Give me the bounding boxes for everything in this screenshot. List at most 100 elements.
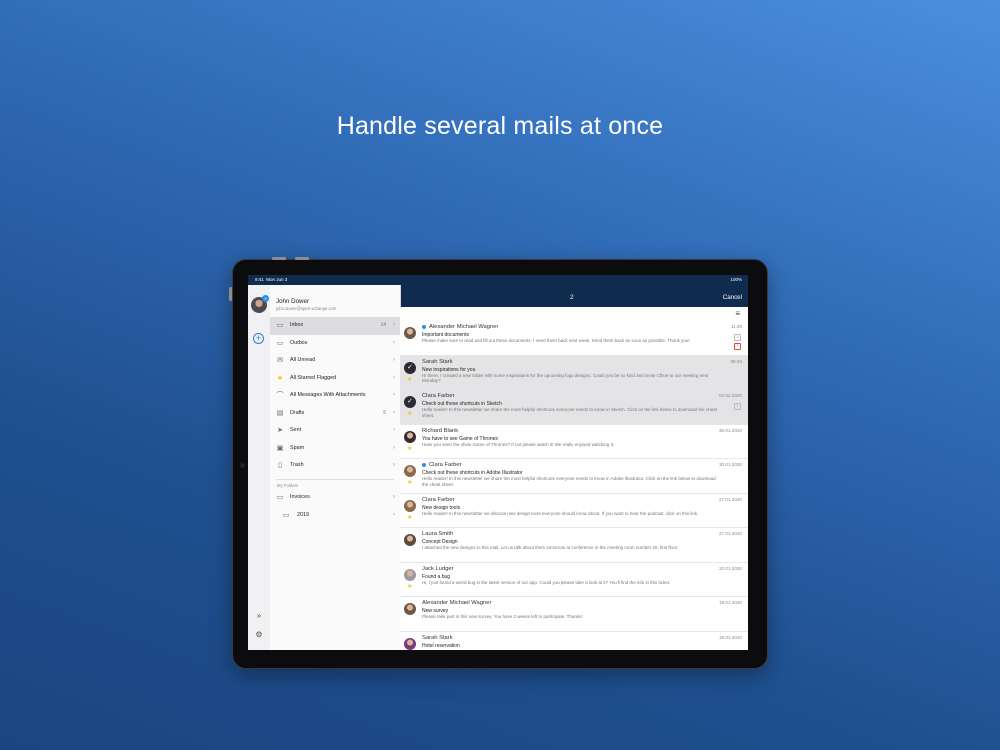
folder-label: All Starred Flagged	[290, 374, 337, 381]
top-button-2	[295, 257, 309, 260]
status-battery: 100%	[730, 277, 742, 282]
folder-item-spam[interactable]: ▣ Spam ›	[270, 440, 400, 458]
folder-label: Drafts	[290, 409, 305, 416]
mail-row[interactable]: ★ Clara Farber 30.01.2020 Check out these s…	[400, 459, 748, 494]
my-folders-label: My Folders	[277, 483, 299, 488]
folder-item-drafts[interactable]: ▤ Drafts 5 ›	[270, 405, 400, 423]
chevron-right-icon: ›	[392, 426, 395, 433]
mail-sender: Richard Blank	[422, 427, 459, 434]
avatar[interactable]	[404, 603, 416, 615]
account-badge: 9	[262, 295, 269, 302]
folder-count: 14	[380, 322, 386, 328]
mail-row[interactable]: Sarah Stark 19.01.2020 Hotel reservation	[400, 631, 748, 650]
folder-label: Sent	[290, 427, 302, 433]
star-icon: ★	[407, 480, 413, 486]
chevron-right-icon: ›	[392, 408, 395, 416]
mail-row[interactable]: ★ Clara Farber 27.01.2020 New design tools H…	[400, 493, 748, 528]
star-icon: ★	[407, 514, 413, 521]
checkmark-icon[interactable]: ✓	[404, 396, 416, 408]
folder-invoices[interactable]: ▭ Invoices ›	[270, 489, 400, 507]
mail-row[interactable]: ✓ ★ Sarah Stark 09:45 New inspirations for y…	[400, 355, 748, 390]
selected-count: 2	[570, 294, 574, 301]
mail-list: Alexander Michael Wagner 11:45 Important d…	[400, 321, 748, 650]
trash-icon: ▯	[278, 462, 282, 469]
mail-sender: Laura Smith	[422, 531, 454, 537]
mail-row[interactable]: Laura Smith 27.01.2020 Concept Design I att…	[400, 528, 748, 563]
account-name: John Dower	[276, 298, 310, 305]
priority-badge: !	[734, 343, 741, 350]
folder-item-outbox[interactable]: ▭ Outbox ›	[270, 335, 400, 353]
mail-sender: Clara Farber	[429, 462, 462, 468]
mail-preview: Hello reader! In this newsletter we shar…	[422, 476, 716, 487]
compose-button[interactable]: +	[253, 333, 264, 344]
star-icon: ★	[407, 376, 413, 383]
avatar[interactable]	[404, 637, 416, 650]
mail-sender: Sarah Stark	[422, 358, 453, 365]
folder-label: Outbox	[290, 339, 308, 346]
chevron-right-icon: ›	[392, 321, 395, 328]
mail-row[interactable]: ✓ ★ Clara Farber 02.02.2020 Check out these …	[400, 390, 748, 425]
expand-icon[interactable]: »	[254, 611, 264, 621]
side-button	[229, 287, 232, 301]
divider	[276, 479, 394, 480]
mail-preview: Please take part in this new survey. You…	[422, 614, 583, 619]
chevron-right-icon: ›	[392, 511, 395, 518]
folder-item-inbox[interactable]: ▭ Inbox 14 ›	[270, 317, 400, 335]
folder-item-sent[interactable]: ➤ Sent ›	[270, 422, 400, 440]
mail-date: 19.01.2020	[719, 600, 742, 605]
cancel-button[interactable]: Cancel	[723, 294, 742, 301]
star-icon: ★	[407, 583, 413, 590]
drafts-icon: ▤	[276, 409, 284, 417]
avatar[interactable]	[404, 534, 416, 546]
mail-date: 09:45	[730, 358, 743, 364]
chevron-right-icon: ›	[392, 461, 395, 468]
avatar[interactable]	[404, 465, 416, 477]
chevron-right-icon: ›	[392, 356, 395, 363]
top-button-1	[272, 257, 286, 260]
gear-icon[interactable]: ⚙	[254, 630, 264, 640]
mail-date: 20.01.2020	[719, 565, 742, 571]
mail-sender: Alexander Michael Wagner	[422, 600, 492, 606]
mail-preview: Hi there, I created a new folder with so…	[422, 372, 709, 384]
mail-date: 27.01.2020	[719, 531, 742, 536]
folder-label: 2019	[297, 512, 309, 518]
mail-preview: Have you seen the show Game of Thrones? …	[422, 441, 615, 447]
attachment-count-badge: 1	[734, 403, 741, 410]
star-icon: ★	[407, 445, 413, 452]
mail-row[interactable]: Alexander Michael Wagner 19.01.2020 New su…	[400, 597, 748, 632]
avatar[interactable]	[404, 568, 416, 581]
mail-date: 30.01.2020	[719, 427, 742, 433]
star-icon: ★	[407, 411, 413, 417]
account-header[interactable]: 9 John Dower john.dower@open-xchange.com	[248, 285, 400, 317]
folder-icon: ▭	[282, 512, 290, 519]
paperclip-icon: ⌒	[276, 392, 284, 399]
mail-row[interactable]: ★ Jack Ludger 20.01.2020 Found a bug Hi, I j…	[400, 562, 748, 597]
mail-sender: Alexander Michael Wagner	[429, 324, 499, 330]
unread-dot	[422, 463, 426, 467]
folder-item-all-unread[interactable]: ✉ All Unread ›	[270, 352, 400, 370]
mail-date: 02.02.2020	[719, 393, 742, 398]
folder-label: All Messages With Attachments	[290, 392, 366, 398]
folder-item-all-starred-flagged[interactable]: ★ All Starred Flagged ›	[270, 370, 400, 388]
mail-preview: Please make sure to read and fill out th…	[422, 338, 690, 343]
left-rail: + » ⚙	[248, 285, 270, 650]
mail-row[interactable]: Alexander Michael Wagner 11:45 Important d…	[400, 321, 748, 356]
folder-label: Inbox	[290, 322, 304, 328]
avatar[interactable]	[404, 430, 416, 443]
folder-item-all-messages-with-attachments[interactable]: ⌒ All Messages With Attachments ›	[270, 387, 400, 405]
mail-sender: Jack Ludger	[422, 565, 454, 572]
checkmark-icon[interactable]: ✓	[404, 361, 416, 374]
folder-icon: ▭	[276, 494, 284, 501]
avatar[interactable]	[404, 327, 416, 339]
unread-icon: ✉	[277, 357, 283, 364]
folder-2019[interactable]: ▭ 2019 ›	[270, 507, 400, 525]
folder-item-trash[interactable]: ▯ Trash ›	[270, 457, 400, 475]
mail-row[interactable]: ★ Richard Blank 30.01.2020 You have to see …	[400, 424, 748, 459]
attachment-count-badge: 1	[734, 334, 741, 341]
filter-icon[interactable]: ≡	[735, 309, 740, 318]
mail-preview: Hi, I just found a weird bug in the late…	[422, 579, 671, 585]
chevron-right-icon: ›	[392, 373, 395, 381]
filter-bar: ≡	[400, 307, 748, 321]
avatar[interactable]	[404, 499, 416, 512]
tablet-screen: 2 Cancel 9:41 Mon Jun 3 100% + » ⚙ 9 Joh…	[248, 275, 748, 650]
